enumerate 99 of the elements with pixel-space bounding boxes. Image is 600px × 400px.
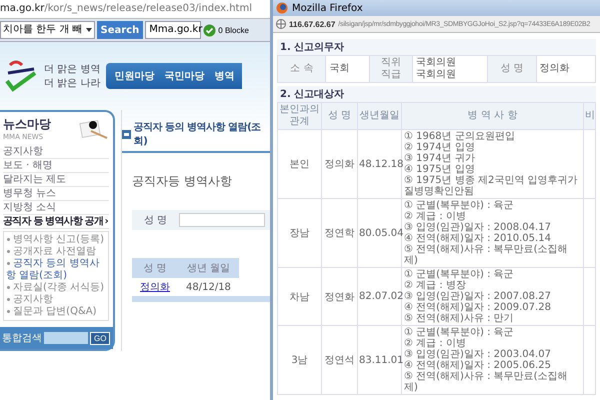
birthdate-cell: 80.05.04	[359, 228, 404, 238]
service-detail-line: ① 1968년 군의요원편입	[404, 131, 516, 142]
page-title: 공직자 등의 병역사항 열람(조회)	[134, 121, 262, 148]
submenu-item[interactable]: 질문과 답변(Q&A)	[6, 306, 106, 318]
check-icon[interactable]	[203, 24, 216, 36]
service-detail-line: ④ 전역(해제)일자 : 2005.06.25	[404, 360, 552, 371]
service-detail-line: ④ 전역(해제)일자 : 2010.05.14	[404, 233, 552, 244]
service-detail-line: ③ 입영(임관)일자 : 2003.04.07	[404, 349, 552, 360]
name-cell: 정연학	[324, 228, 354, 239]
sidebar-item[interactable]: 공지사항	[3, 145, 109, 159]
submenu-item[interactable]: 공개자료 사전열람	[6, 246, 106, 258]
name-link[interactable]: 정의화	[140, 282, 170, 293]
service-detail-line: ② 계급 : 이병	[404, 338, 467, 349]
nav-link[interactable]: 국민마당	[164, 69, 204, 83]
column-header: 병 역 사 항	[466, 110, 518, 122]
bullet-icon	[7, 262, 10, 265]
search-dropdown[interactable]: 치아를 한두 개 빼	[0, 21, 95, 39]
nav-link[interactable]: 병역	[214, 69, 234, 83]
search-button[interactable]: Search	[96, 21, 144, 39]
field-label: 직위	[380, 57, 402, 69]
submenu-item[interactable]: 공지사항	[6, 294, 106, 306]
address-bar[interactable]: ma.go.kr/kor/s_news/release/release03/index.html	[0, 0, 270, 19]
nav-link[interactable]: 민원마당	[114, 69, 154, 83]
column-header: 생년월일	[359, 110, 400, 122]
column-header: 생년 월일	[178, 258, 239, 278]
field-value: 정의화	[540, 63, 571, 75]
service-detail-line: ② 1974년 입영	[404, 142, 476, 153]
service-detail-line: ② 계급 : 병장	[404, 280, 467, 291]
birthdate-cell: 82.07.02	[359, 291, 404, 302]
bullet-icon	[7, 238, 10, 241]
service-detail-line: ③ 입영(임관)일자 : 2007.08.27	[404, 291, 552, 302]
name-cell: 정연석	[324, 355, 354, 366]
sidebar-item[interactable]: 달라지는 제도	[3, 173, 109, 187]
submenu-item[interactable]: 공직자 등의 병역사항 열람(조회)	[6, 258, 106, 282]
section-title: 2. 신고대상자	[277, 86, 596, 102]
service-detail-line: ④ 전역(해제)일자 : 2009.07.28	[404, 302, 552, 313]
sidebar-item[interactable]: 지방청 소식	[3, 201, 109, 215]
globe-icon	[276, 19, 286, 29]
field-value: 국회	[329, 63, 350, 75]
name-cell: 정의화	[324, 159, 354, 170]
square-bullet-icon	[122, 130, 131, 138]
name-input-field[interactable]	[179, 213, 266, 227]
section-heading: 공직자등 병역사항	[132, 173, 233, 190]
service-detail-line: ⑤ 전역(해제)사유 : 만기	[404, 313, 515, 324]
name-cell: 정연화	[324, 292, 354, 302]
sidebar-item[interactable]: 병무청 뉴스	[3, 187, 109, 201]
url-host: ma.go.kr	[0, 3, 44, 14]
note-pen-drawing	[79, 118, 109, 140]
relation-cell: 본인	[290, 159, 310, 170]
submenu-item[interactable]: 자료실(각종 서식등)	[6, 282, 106, 294]
field-label: 직급	[380, 69, 402, 81]
relation-cell: 3남	[291, 355, 308, 366]
service-detail-line: ① 군별(복무분야) : 육군	[404, 269, 515, 280]
field-value: 국회의원	[416, 57, 457, 69]
sidebar-title: 뉴스마당	[3, 116, 51, 133]
relation-cell: 장남	[290, 228, 310, 239]
url-host: 116.67.62.67	[289, 20, 336, 28]
birthdate-cell: 48.12.18	[359, 158, 404, 170]
field-label: 소 속	[289, 63, 314, 75]
field-value: 국회의원	[416, 69, 457, 81]
site-field[interactable]: Mma.go.kr	[145, 21, 202, 39]
service-detail-line: ③ 1974년 귀가	[404, 153, 476, 164]
bullet-icon	[7, 250, 10, 253]
slogan-text: 더 밝은 나라	[44, 77, 100, 90]
sidebar-item[interactable]: 공직자 등 병역사항 공개 ›	[3, 215, 109, 229]
url-path: /kor/s_news/release/release03/index.html	[44, 3, 252, 14]
arrow-glyph: ›	[104, 215, 109, 228]
bullet-icon	[7, 298, 10, 301]
search-label: 통합검색	[2, 332, 42, 345]
service-detail-line: ② 계급 : 이병	[404, 211, 467, 222]
window-title: Mozilla Firefox	[292, 2, 363, 14]
column-header: 본인과의	[279, 104, 320, 116]
service-detail-line: ① 군별(복무분야) : 육군	[404, 200, 515, 211]
slogan-text: 더 맑은 병역	[44, 63, 100, 76]
sidebar-item[interactable]: 보도 · 해명	[3, 159, 109, 173]
relation-cell: 차남	[290, 292, 310, 302]
service-detail-line: ① 군별(복무분야) : 육군	[404, 327, 515, 338]
firefox-icon	[276, 2, 288, 14]
section-title: 1. 신고의무자	[277, 39, 596, 55]
caret-icon	[86, 28, 92, 32]
column-header: 성 명	[326, 110, 352, 122]
service-detail-line: ③ 입영(임관)일자 : 2008.04.17	[404, 222, 552, 233]
bullet-icon	[7, 310, 10, 313]
blocker-label[interactable]: 0 Blocke	[218, 26, 249, 34]
column-header: 비	[585, 110, 594, 122]
table-cell: 48/12/18	[186, 282, 231, 292]
search-field[interactable]	[44, 332, 88, 344]
service-detail-line: ⑤ 전역(해제)사유 : 복무만료(소집해제)	[404, 244, 569, 266]
go-button[interactable]: GO	[90, 332, 110, 344]
service-detail-line: ④ 1975년 입영	[404, 164, 476, 175]
column-header: 성 명	[132, 258, 178, 278]
service-detail-line: ⑤ 전역(해제)사유 : 복무만료(소집해제)	[404, 371, 569, 393]
birthdate-cell: 83.11.01	[359, 354, 404, 366]
column-header: 관계	[288, 116, 310, 128]
submenu-item[interactable]: 병역사항 신고(등록)	[6, 234, 106, 246]
service-detail-line: ⑤ 1975년 병종 제2국민역 입영후귀가 질병명확인안됨	[404, 175, 578, 197]
name-label: 성 명	[143, 214, 168, 228]
bullet-icon	[7, 286, 10, 289]
field-label: 성 명	[499, 63, 525, 75]
